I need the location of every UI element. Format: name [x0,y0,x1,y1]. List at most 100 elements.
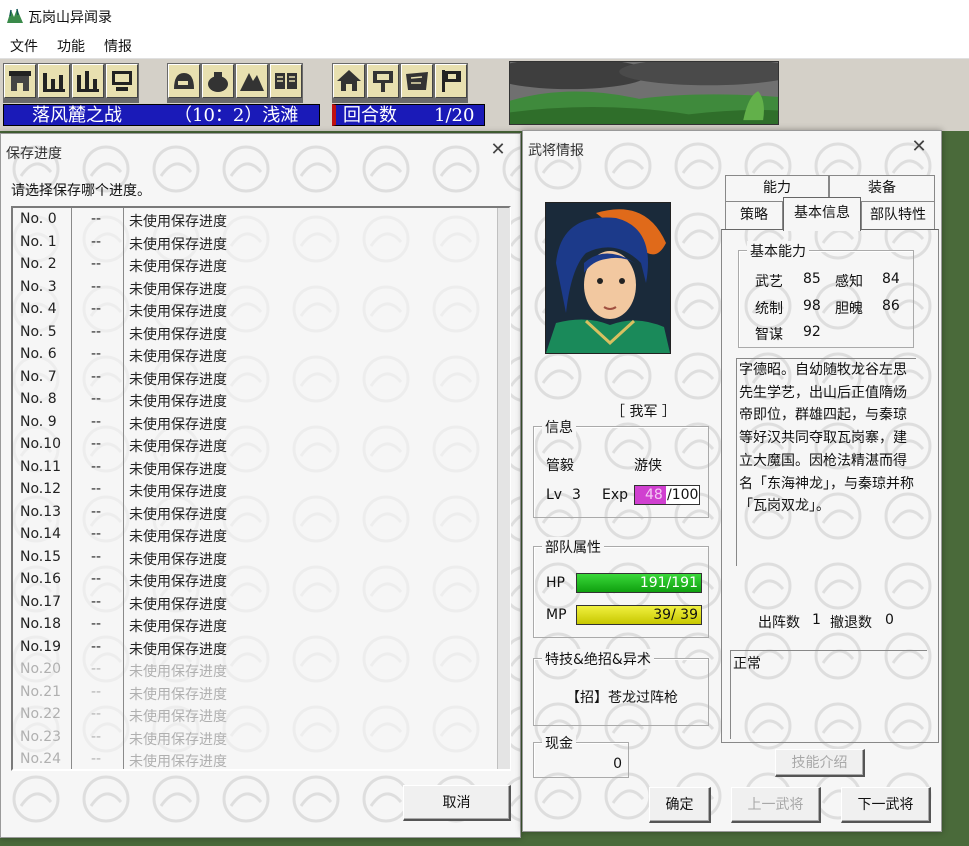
money-group: 现金 0 [533,733,629,778]
save-slot-row[interactable]: No. 2 -- 未使用保存进度 [13,254,509,277]
exp-label: Exp [602,487,629,503]
save-slot-row[interactable]: No.16 -- 未使用保存进度 [13,569,509,592]
unit-attr-label: 部队属性 [542,537,604,557]
close-icon[interactable]: ✕ [909,137,929,157]
save-slot-row[interactable]: No.15 -- 未使用保存进度 [13,547,509,570]
slot-description: 未使用保存进度 [129,619,227,635]
mountain-icon[interactable] [236,64,268,98]
slot-number: No.13 [20,503,62,520]
skill-intro-button[interactable]: 技能介绍 [775,749,865,777]
save-slot-row[interactable]: No. 9 -- 未使用保存进度 [13,412,509,435]
tab-basic-info[interactable]: 基本信息 [783,197,861,231]
slot-number: No. 3 [20,278,57,295]
toolbar-group-2 [167,63,303,103]
exp-max: /100 [667,487,699,503]
tab-strategy[interactable]: 策略 [725,201,783,229]
retreat-label: 撤退数 [830,615,872,631]
money-bag-icon[interactable] [202,64,234,98]
menu-function[interactable]: 功能 [57,36,85,56]
unit-list-icon[interactable] [38,64,70,98]
menu-intel[interactable]: 情报 [104,36,132,56]
general-info-dialog: 武将情报 ✕ ［ 我军 ］ 信息 管毅 游侠 Lv 3 Exp 48 /100 … [522,130,942,832]
save-slot-row[interactable]: No. 5 -- 未使用保存进度 [13,322,509,345]
save-slot-row[interactable]: No.12 -- 未使用保存进度 [13,479,509,502]
sign-icon[interactable] [367,64,399,98]
toolbar-group-3 [332,63,468,103]
hp-text: 191/191 [639,575,698,591]
computer-icon[interactable] [106,64,138,98]
slot-number: No. 8 [20,391,57,407]
slot-description: 未使用保存进度 [129,709,227,725]
slot-number: No. 7 [20,368,57,385]
menu-file[interactable]: 文件 [10,36,38,56]
slot-description: 未使用保存进度 [129,529,227,545]
slot-description: 未使用保存进度 [129,551,227,568]
save-slot-row: No.21 -- 未使用保存进度 [13,682,509,705]
map-scroll-icon[interactable] [401,64,433,98]
save-slot-row[interactable]: No.13 -- 未使用保存进度 [13,502,509,525]
retreat-value: 0 [885,612,894,628]
scrollbar[interactable] [497,208,510,769]
save-slot-row: No.20 -- 未使用保存进度 [13,659,509,682]
house-icon[interactable] [333,64,365,98]
tab-unit-traits[interactable]: 部队特性 [861,201,935,229]
slot-description: 未使用保存进度 [129,439,227,455]
save-slot-row: No.23 -- 未使用保存进度 [13,727,509,750]
save-slot-row[interactable]: No. 0 -- 未使用保存进度 [13,209,509,232]
slot-description: 未使用保存进度 [129,596,227,613]
battle-status: 落风麓之战 （10：2）浅滩 [3,104,320,126]
cancel-button[interactable]: 取消 [403,785,511,821]
slot-date: -- [91,458,102,475]
castle-icon[interactable] [4,64,36,98]
save-slot-row[interactable]: No.17 -- 未使用保存进度 [13,592,509,615]
save-slot-row[interactable]: No.10 -- 未使用保存进度 [13,434,509,457]
general-class: 游侠 [634,458,662,474]
save-slot-list[interactable]: No. 0 -- 未使用保存进度 No. 1 -- 未使用保存进度 No. 2 -- 未使用保存… [11,206,511,771]
save-slot-row[interactable]: No. 1 -- 未使用保存进度 [13,232,509,255]
save-slot-row[interactable]: No. 7 -- 未使用保存进度 [13,367,509,390]
slot-date: -- [91,368,102,385]
unit-attr-group: 部队属性 HP 191/191 MP 39/ 39 [533,537,709,638]
slot-date: -- [91,728,102,745]
stat-value: 84 [882,271,900,287]
slot-description: 未使用保存进度 [129,394,227,410]
slot-date: -- [91,323,102,340]
save-slot-row: No.24 -- 未使用保存进度 [13,749,509,772]
slot-description: 未使用保存进度 [129,214,227,230]
slot-number: No.16 [20,571,62,587]
slot-description: 未使用保存进度 [129,731,227,748]
general-dialog-title: 武将情报 [528,143,584,159]
turn-value: 1/20 [434,105,475,126]
save-slot-row[interactable]: No.14 -- 未使用保存进度 [13,524,509,547]
flag-icon[interactable] [435,64,467,98]
prev-general-button[interactable]: 上一武将 [731,787,821,823]
stat-value: 86 [882,298,900,314]
slot-date: -- [91,616,102,632]
save-prompt: 请选择保存哪个进度。 [11,183,151,199]
save-slot-row[interactable]: No.11 -- 未使用保存进度 [13,457,509,480]
save-slot-row[interactable]: No.18 -- 未使用保存进度 [13,614,509,637]
save-slot-row[interactable]: No. 3 -- 未使用保存进度 [13,277,509,300]
app-icon [7,8,23,23]
save-slot-row[interactable]: No. 6 -- 未使用保存进度 [13,344,509,367]
close-icon[interactable]: ✕ [488,140,508,160]
slot-number: No. 0 [20,211,57,227]
slot-date: -- [91,661,102,677]
info-group: 信息 管毅 游侠 Lv 3 Exp 48 /100 [533,417,709,518]
slot-description: 未使用保存进度 [129,461,227,478]
money-label: 现金 [542,733,576,753]
save-slot-row[interactable]: No. 8 -- 未使用保存进度 [13,389,509,412]
stat-label: 智谋 [755,327,783,343]
condition-box: 正常 [730,650,927,739]
slot-number: No. 9 [20,413,57,430]
enemy-list-icon[interactable] [72,64,104,98]
book-icon[interactable] [270,64,302,98]
helmet-icon[interactable] [168,64,200,98]
slot-date: -- [91,391,102,407]
save-slot-row[interactable]: No.19 -- 未使用保存进度 [13,637,509,660]
next-general-button[interactable]: 下一武将 [841,787,931,823]
ok-button[interactable]: 确定 [649,787,711,823]
slot-description: 未使用保存进度 [129,664,227,680]
save-slot-row[interactable]: No. 4 -- 未使用保存进度 [13,299,509,322]
slot-number: No.24 [20,751,62,767]
